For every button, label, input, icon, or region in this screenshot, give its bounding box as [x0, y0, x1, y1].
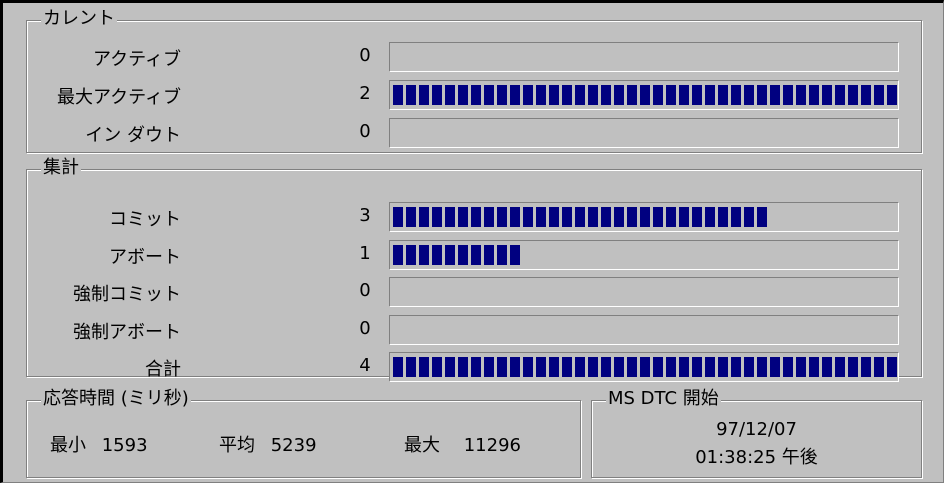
aggregate-row-label: 合計	[145, 359, 181, 380]
response-avg: 平均 5239	[219, 431, 317, 457]
dtc-start-title: MS DTC 開始	[606, 388, 721, 410]
dtc-statistics-window: カレント アクティブ 0 最大アクティブ 2 イン ダウト 0 集計 コミット 3 アボート 1…	[0, 0, 944, 483]
aggregate-row-value: 1	[359, 242, 371, 264]
response-min-value: 1593	[101, 435, 148, 456]
aggregate-group: 集計 コミット 3 アボート 1 強制コミット 0 強制アボート 0 合計 4	[26, 157, 922, 382]
dtc-start-group: MS DTC 開始 97/12/07 01:38:25 午後	[591, 388, 922, 478]
aggregate-row-value: 0	[359, 317, 371, 339]
current-row-meter-fill	[393, 85, 897, 105]
aggregate-row-value: 4	[359, 355, 371, 376]
current-row: イン ダウト 0	[27, 118, 921, 148]
aggregate-row-value: 3	[359, 205, 371, 226]
response-avg-value: 5239	[270, 435, 317, 456]
current-row-meter	[389, 42, 899, 72]
aggregate-row: 合計 4	[27, 352, 921, 382]
aggregate-row-label: アボート	[109, 246, 181, 268]
response-max-label: 最大	[404, 435, 440, 456]
response-avg-label: 平均	[219, 435, 255, 456]
current-row-value: 0	[359, 121, 371, 142]
aggregate-row-meter	[389, 314, 899, 345]
aggregate-row-meter-fill	[393, 244, 520, 265]
aggregate-row-meter-fill	[393, 207, 767, 227]
response-max: 最大 11296	[404, 431, 521, 457]
aggregate-row: 強制コミット 0	[27, 277, 921, 307]
current-group: カレント アクティブ 0 最大アクティブ 2 イン ダウト 0	[26, 8, 922, 153]
aggregate-row: アボート 1	[27, 239, 921, 270]
current-row-value: 2	[359, 83, 371, 104]
response-min-label: 最小	[50, 435, 86, 456]
current-row-value: 0	[359, 45, 371, 66]
response-time-group: 応答時間 (ミリ秒) 最小 1593 平均 5239 最大 11296	[26, 388, 581, 478]
current-row: アクティブ 0	[27, 42, 921, 72]
aggregate-row-label: 強制コミット	[73, 284, 181, 305]
aggregate-row-value: 0	[359, 280, 371, 301]
current-row-meter	[389, 118, 899, 148]
current-row-label: アクティブ	[92, 49, 181, 70]
current-row-label: 最大アクティブ	[56, 87, 181, 108]
aggregate-row-meter-fill	[393, 357, 897, 377]
aggregate-row-meter	[389, 202, 899, 232]
aggregate-row-meter	[389, 277, 899, 307]
aggregate-group-title: 集計	[41, 157, 81, 179]
response-time-title: 応答時間 (ミリ秒)	[41, 388, 191, 410]
response-max-value: 11296	[463, 435, 521, 456]
aggregate-row-meter	[389, 352, 899, 382]
current-row: 最大アクティブ 2	[27, 80, 921, 110]
aggregate-row-label: コミット	[109, 209, 181, 230]
current-row-label: イン ダウト	[85, 125, 181, 146]
aggregate-row-meter	[389, 239, 899, 270]
aggregate-row: コミット 3	[27, 202, 921, 232]
response-min: 最小 1593	[50, 431, 148, 457]
aggregate-row: 強制アボート 0	[27, 314, 921, 345]
dtc-start-time: 01:38:25 午後	[695, 447, 818, 468]
dtc-start-date: 97/12/07	[716, 419, 797, 440]
current-row-meter	[389, 80, 899, 110]
current-group-title: カレント	[41, 8, 117, 30]
aggregate-row-label: 強制アボート	[73, 321, 181, 343]
